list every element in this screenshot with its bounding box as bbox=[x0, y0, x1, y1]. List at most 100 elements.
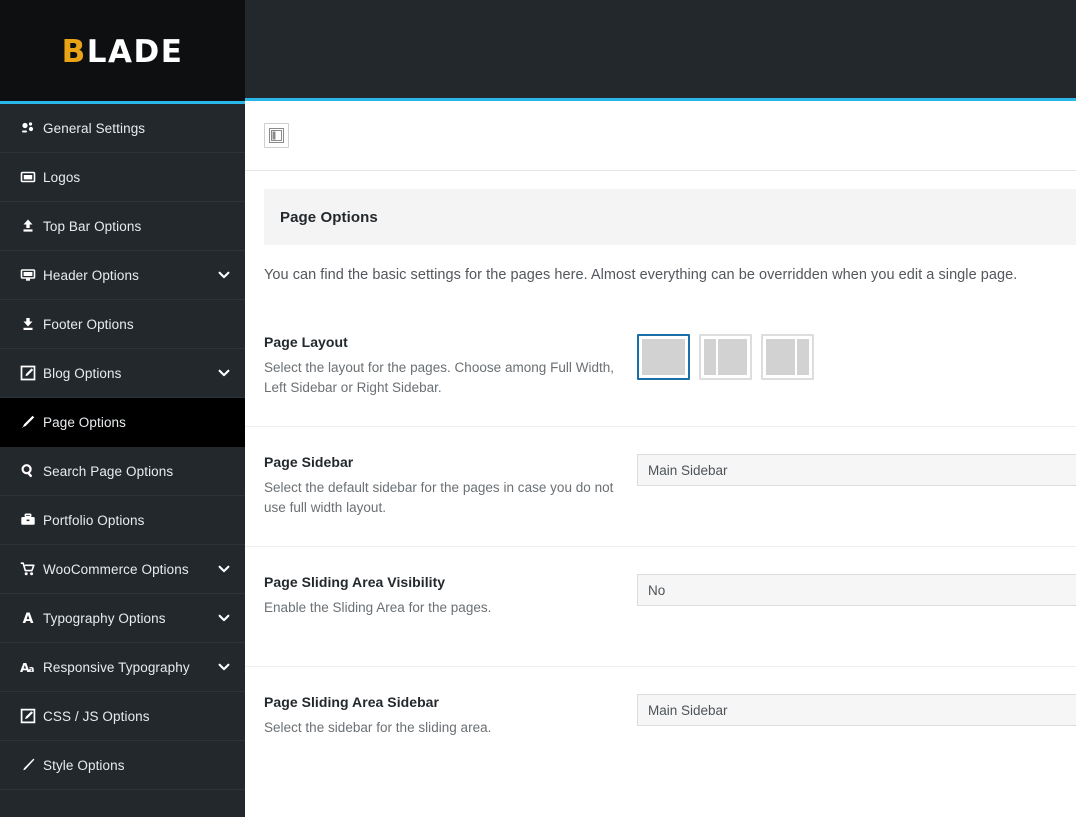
code-edit-icon bbox=[13, 708, 43, 724]
sidebar-layout-icon[interactable] bbox=[264, 123, 289, 148]
sidebar-item-css-js-options[interactable]: CSS / JS Options bbox=[0, 692, 245, 741]
sidebar-item-label: Style Options bbox=[43, 757, 125, 773]
sidebar-item-responsive-typography[interactable]: Aa Responsive Typography bbox=[0, 643, 245, 692]
chevron-down-icon[interactable] bbox=[217, 660, 231, 674]
brand-header: BLADE bbox=[0, 0, 245, 104]
sidebar: BLADE General Settings Logos Top Bar Optio… bbox=[0, 0, 245, 817]
chevron-down-icon[interactable] bbox=[217, 366, 231, 380]
chevron-down-icon[interactable] bbox=[217, 611, 231, 625]
field-title: Page Sidebar bbox=[264, 454, 354, 470]
image-icon bbox=[13, 169, 43, 185]
field-row: Page Layout Select the layout for the pag… bbox=[245, 307, 1076, 427]
page-layout-picker bbox=[637, 334, 1076, 380]
field-description: Select the default sidebar for the pages… bbox=[264, 480, 614, 515]
theme-options-page: BLADE General Settings Logos Top Bar Optio… bbox=[0, 0, 1076, 817]
select-page-sidebar[interactable]: Main Sidebar bbox=[637, 454, 1076, 486]
sidebar-nav: General Settings Logos Top Bar Options Head… bbox=[0, 104, 245, 790]
field-description: Enable the Sliding Area for the pages. bbox=[264, 600, 492, 615]
sliders-icon bbox=[13, 120, 43, 136]
logo-initial: B bbox=[61, 33, 87, 70]
select-value: No bbox=[648, 582, 666, 598]
sidebar-item-label: Top Bar Options bbox=[43, 218, 142, 234]
sidebar-item-general-settings[interactable]: General Settings bbox=[0, 104, 245, 153]
field-control: Main Sidebar bbox=[637, 452, 1076, 486]
field-control: No bbox=[637, 572, 1076, 606]
sidebar-item-label: Typography Options bbox=[43, 610, 166, 626]
sidebar-item-label: General Settings bbox=[43, 120, 146, 136]
briefcase-icon bbox=[13, 512, 43, 528]
sidebar-item-label: Blog Options bbox=[43, 365, 122, 381]
sidebar-item-label: WooCommerce Options bbox=[43, 561, 189, 577]
layout-option-left-sidebar[interactable] bbox=[699, 334, 752, 380]
svg-text:a: a bbox=[29, 665, 35, 675]
field-label-group: Page Sliding Area Visibility Enable the S… bbox=[264, 572, 637, 618]
arrow-up-icon bbox=[13, 218, 43, 234]
toolbar bbox=[245, 101, 1076, 171]
layout-main-block bbox=[766, 339, 795, 375]
letter-aa-icon: Aa bbox=[13, 659, 43, 675]
chevron-down-icon[interactable] bbox=[217, 268, 231, 282]
content: Page Options You can find the basic sett… bbox=[245, 189, 1076, 787]
select-value: Main Sidebar bbox=[648, 462, 728, 478]
field-row: Page Sliding Area Visibility Enable the S… bbox=[245, 547, 1076, 667]
select-page-sliding-area-sidebar[interactable]: Main Sidebar bbox=[637, 694, 1076, 726]
sidebar-item-woocommerce-options[interactable]: WooCommerce Options bbox=[0, 545, 245, 594]
sidebar-item-label: Search Page Options bbox=[43, 463, 174, 479]
sidebar-item-label: Portfolio Options bbox=[43, 512, 145, 528]
layout-main-block bbox=[642, 339, 685, 375]
pencil-icon bbox=[13, 414, 43, 430]
field-title: Page Sliding Area Visibility bbox=[264, 574, 446, 590]
sidebar-item-blog-options[interactable]: Blog Options bbox=[0, 349, 245, 398]
cart-icon bbox=[13, 561, 43, 577]
sidebar-item-label: Logos bbox=[43, 169, 81, 185]
select-page-sliding-area-visibility[interactable]: No bbox=[637, 574, 1076, 606]
main-area: Page Options You can find the basic sett… bbox=[245, 0, 1076, 817]
sidebar-item-portfolio-options[interactable]: Portfolio Options bbox=[0, 496, 245, 545]
field-label-group: Page Sidebar Select the default sidebar f… bbox=[264, 452, 637, 518]
field-description: Select the layout for the pages. Choose … bbox=[264, 360, 615, 395]
sidebar-item-logos[interactable]: Logos bbox=[0, 153, 245, 202]
layout-sidebar-block bbox=[797, 339, 809, 375]
sidebar-item-search-page-options[interactable]: Search Page Options bbox=[0, 447, 245, 496]
field-description: Select the sidebar for the sliding area. bbox=[264, 720, 492, 735]
monitor-icon bbox=[13, 267, 43, 283]
select-value: Main Sidebar bbox=[648, 702, 728, 718]
sidebar-item-label: CSS / JS Options bbox=[43, 708, 150, 724]
sidebar-item-footer-options[interactable]: Footer Options bbox=[0, 300, 245, 349]
logo-text: LADE bbox=[86, 33, 184, 70]
page-title: Page Options bbox=[280, 208, 378, 226]
panel-description: You can find the basic settings for the … bbox=[264, 267, 1018, 283]
blade-logo: BLADE bbox=[61, 33, 184, 70]
sidebar-item-typography-options[interactable]: A Typography Options bbox=[0, 594, 245, 643]
sidebar-item-header-options[interactable]: Header Options bbox=[0, 251, 245, 300]
svg-text:A: A bbox=[23, 611, 34, 626]
letter-a-icon: A bbox=[13, 610, 43, 626]
field-control bbox=[637, 332, 1076, 380]
field-title: Page Layout bbox=[264, 334, 348, 350]
layout-option-full-width[interactable] bbox=[637, 334, 690, 380]
fields-list: Page Layout Select the layout for the pag… bbox=[245, 307, 1076, 787]
field-control: Main Sidebar bbox=[637, 692, 1076, 726]
field-row: Page Sidebar Select the default sidebar f… bbox=[245, 427, 1076, 547]
field-label-group: Page Layout Select the layout for the pag… bbox=[264, 332, 637, 398]
sidebar-item-label: Footer Options bbox=[43, 316, 134, 332]
layout-option-right-sidebar[interactable] bbox=[761, 334, 814, 380]
sidebar-item-page-options[interactable]: Page Options bbox=[0, 398, 245, 447]
sidebar-item-top-bar-options[interactable]: Top Bar Options bbox=[0, 202, 245, 251]
sidebar-item-style-options[interactable]: Style Options bbox=[0, 741, 245, 790]
sidebar-item-label: Header Options bbox=[43, 267, 139, 283]
sidebar-item-label: Page Options bbox=[43, 414, 127, 430]
top-header-bar bbox=[245, 0, 1076, 101]
layout-sidebar-block bbox=[704, 339, 716, 375]
sidebar-item-label: Responsive Typography bbox=[43, 659, 190, 675]
edit-square-icon bbox=[13, 365, 43, 381]
arrow-down-icon bbox=[13, 316, 43, 332]
chevron-down-icon[interactable] bbox=[217, 562, 231, 576]
panel-header: Page Options bbox=[264, 189, 1076, 245]
brush-icon bbox=[13, 757, 43, 773]
layout-main-block bbox=[718, 339, 747, 375]
search-icon bbox=[13, 463, 43, 479]
field-title: Page Sliding Area Sidebar bbox=[264, 694, 440, 710]
field-row: Page Sliding Area Sidebar Select the side… bbox=[245, 667, 1076, 787]
field-label-group: Page Sliding Area Sidebar Select the side… bbox=[264, 692, 637, 738]
